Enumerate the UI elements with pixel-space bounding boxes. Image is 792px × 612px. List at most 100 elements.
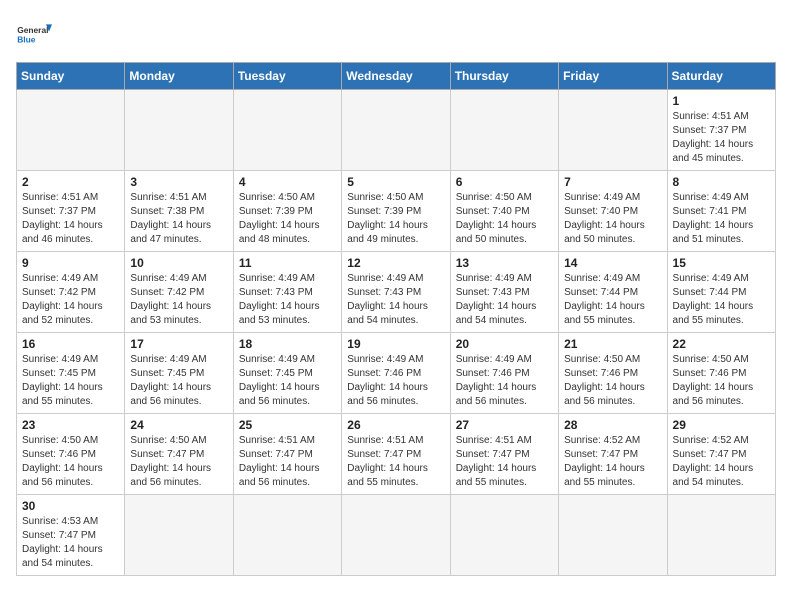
day-number: 15 [673, 256, 770, 270]
calendar-cell [450, 495, 558, 576]
day-number: 29 [673, 418, 770, 432]
calendar-cell: 25 Sunrise: 4:51 AMSunset: 7:47 PMDayligh… [233, 414, 341, 495]
calendar-week-6: 30Sunrise: 4:53 AMSunset: 7:47 PMDayligh… [17, 495, 776, 576]
calendar-cell: 28 Sunrise: 4:52 AMSunset: 7:47 PMDayligh… [559, 414, 667, 495]
calendar-cell: 7Sunrise: 4:49 AMSunset: 7:40 PMDaylight… [559, 171, 667, 252]
day-info: Sunrise: 4:51 AMSunset: 7:47 PMDaylight:… [347, 434, 444, 490]
calendar-cell: 14 Sunrise: 4:49 AMSunset: 7:44 PMDayligh… [559, 252, 667, 333]
calendar-cell: 18 Sunrise: 4:49 AMSunset: 7:45 PMDayligh… [233, 333, 341, 414]
calendar-cell: 23Sunrise: 4:50 AMSunset: 7:46 PMDayligh… [17, 414, 125, 495]
day-number: 9 [22, 256, 119, 270]
day-number: 20 [456, 337, 553, 351]
calendar-cell [233, 90, 341, 171]
day-number: 16 [22, 337, 119, 351]
calendar-cell: 30Sunrise: 4:53 AMSunset: 7:47 PMDayligh… [17, 495, 125, 576]
day-number: 21 [564, 337, 661, 351]
calendar-cell: 13 Sunrise: 4:49 AMSunset: 7:43 PMDayligh… [450, 252, 558, 333]
calendar-cell: 20 Sunrise: 4:49 AMSunset: 7:46 PMDayligh… [450, 333, 558, 414]
day-header-thursday: Thursday [450, 63, 558, 90]
calendar-cell: 22 Sunrise: 4:50 AMSunset: 7:46 PMDayligh… [667, 333, 775, 414]
calendar-cell [450, 90, 558, 171]
day-header-saturday: Saturday [667, 63, 775, 90]
day-number: 14 [564, 256, 661, 270]
calendar-week-1: 1Sunrise: 4:51 AMSunset: 7:37 PMDaylight… [17, 90, 776, 171]
day-number: 12 [347, 256, 444, 270]
calendar-cell: 15 Sunrise: 4:49 AMSunset: 7:44 PMDayligh… [667, 252, 775, 333]
day-number: 13 [456, 256, 553, 270]
calendar-cell [342, 495, 450, 576]
day-header-monday: Monday [125, 63, 233, 90]
logo-icon: GeneralBlue [16, 16, 52, 52]
day-info: Sunrise: 4:49 AMSunset: 7:46 PMDaylight:… [456, 353, 553, 409]
calendar-cell: 2 Sunrise: 4:51 AMSunset: 7:37 PMDaylight… [17, 171, 125, 252]
calendar-cell: 3Sunrise: 4:51 AMSunset: 7:38 PMDaylight… [125, 171, 233, 252]
day-number: 6 [456, 175, 553, 189]
header: GeneralBlue [16, 16, 776, 52]
day-info: Sunrise: 4:51 AMSunset: 7:37 PMDaylight:… [673, 110, 770, 166]
calendar-cell: 17 Sunrise: 4:49 AMSunset: 7:45 PMDayligh… [125, 333, 233, 414]
calendar-cell: 1Sunrise: 4:51 AMSunset: 7:37 PMDaylight… [667, 90, 775, 171]
day-info: Sunrise: 4:49 AMSunset: 7:40 PMDaylight:… [564, 191, 661, 247]
day-header-friday: Friday [559, 63, 667, 90]
day-number: 18 [239, 337, 336, 351]
calendar-week-4: 16 Sunrise: 4:49 AMSunset: 7:45 PMDayligh… [17, 333, 776, 414]
day-number: 22 [673, 337, 770, 351]
day-number: 4 [239, 175, 336, 189]
calendar-week-3: 9 Sunrise: 4:49 AMSunset: 7:42 PMDaylight… [17, 252, 776, 333]
day-info: Sunrise: 4:50 AMSunset: 7:40 PMDaylight:… [456, 191, 553, 247]
day-info: Sunrise: 4:50 AMSunset: 7:46 PMDaylight:… [673, 353, 770, 409]
day-info: Sunrise: 4:49 AMSunset: 7:45 PMDaylight:… [239, 353, 336, 409]
svg-text:General: General [17, 25, 48, 35]
calendar-cell: 9 Sunrise: 4:49 AMSunset: 7:42 PMDaylight… [17, 252, 125, 333]
calendar-cell: 12 Sunrise: 4:49 AMSunset: 7:43 PMDayligh… [342, 252, 450, 333]
svg-text:Blue: Blue [17, 34, 36, 44]
calendar-week-2: 2 Sunrise: 4:51 AMSunset: 7:37 PMDaylight… [17, 171, 776, 252]
day-info: Sunrise: 4:49 AMSunset: 7:44 PMDaylight:… [564, 272, 661, 328]
day-number: 2 [22, 175, 119, 189]
day-header-tuesday: Tuesday [233, 63, 341, 90]
day-info: Sunrise: 4:49 AMSunset: 7:45 PMDaylight:… [22, 353, 119, 409]
day-info: Sunrise: 4:50 AMSunset: 7:39 PMDaylight:… [347, 191, 444, 247]
day-info: Sunrise: 4:51 AMSunset: 7:37 PMDaylight:… [22, 191, 119, 247]
day-number: 5 [347, 175, 444, 189]
calendar-cell [17, 90, 125, 171]
day-info: Sunrise: 4:49 AMSunset: 7:42 PMDaylight:… [22, 272, 119, 328]
calendar-cell: 11Sunrise: 4:49 AMSunset: 7:43 PMDayligh… [233, 252, 341, 333]
day-info: Sunrise: 4:52 AMSunset: 7:47 PMDaylight:… [673, 434, 770, 490]
day-info: Sunrise: 4:51 AMSunset: 7:47 PMDaylight:… [239, 434, 336, 490]
calendar-cell [559, 495, 667, 576]
day-header-sunday: Sunday [17, 63, 125, 90]
day-number: 28 [564, 418, 661, 432]
day-number: 25 [239, 418, 336, 432]
calendar-cell: 27 Sunrise: 4:51 AMSunset: 7:47 PMDayligh… [450, 414, 558, 495]
day-number: 23 [22, 418, 119, 432]
day-number: 19 [347, 337, 444, 351]
day-info: Sunrise: 4:50 AMSunset: 7:39 PMDaylight:… [239, 191, 336, 247]
day-info: Sunrise: 4:49 AMSunset: 7:43 PMDaylight:… [347, 272, 444, 328]
calendar-cell: 4 Sunrise: 4:50 AMSunset: 7:39 PMDaylight… [233, 171, 341, 252]
day-number: 11 [239, 256, 336, 270]
day-info: Sunrise: 4:49 AMSunset: 7:45 PMDaylight:… [130, 353, 227, 409]
calendar-cell: 26 Sunrise: 4:51 AMSunset: 7:47 PMDayligh… [342, 414, 450, 495]
day-number: 27 [456, 418, 553, 432]
calendar-cell: 24Sunrise: 4:50 AMSunset: 7:47 PMDayligh… [125, 414, 233, 495]
day-number: 17 [130, 337, 227, 351]
calendar-cell [667, 495, 775, 576]
day-number: 26 [347, 418, 444, 432]
day-info: Sunrise: 4:52 AMSunset: 7:47 PMDaylight:… [564, 434, 661, 490]
day-number: 10 [130, 256, 227, 270]
day-number: 3 [130, 175, 227, 189]
day-header-wednesday: Wednesday [342, 63, 450, 90]
day-info: Sunrise: 4:49 AMSunset: 7:43 PMDaylight:… [456, 272, 553, 328]
day-number: 8 [673, 175, 770, 189]
calendar-cell: 29 Sunrise: 4:52 AMSunset: 7:47 PMDayligh… [667, 414, 775, 495]
calendar-cell: 19Sunrise: 4:49 AMSunset: 7:46 PMDayligh… [342, 333, 450, 414]
calendar-cell [125, 495, 233, 576]
day-number: 24 [130, 418, 227, 432]
calendar-cell [125, 90, 233, 171]
calendar-cell: 8Sunrise: 4:49 AMSunset: 7:41 PMDaylight… [667, 171, 775, 252]
day-number: 30 [22, 499, 119, 513]
day-info: Sunrise: 4:51 AMSunset: 7:47 PMDaylight:… [456, 434, 553, 490]
calendar-cell: 10Sunrise: 4:49 AMSunset: 7:42 PMDayligh… [125, 252, 233, 333]
day-info: Sunrise: 4:49 AMSunset: 7:44 PMDaylight:… [673, 272, 770, 328]
